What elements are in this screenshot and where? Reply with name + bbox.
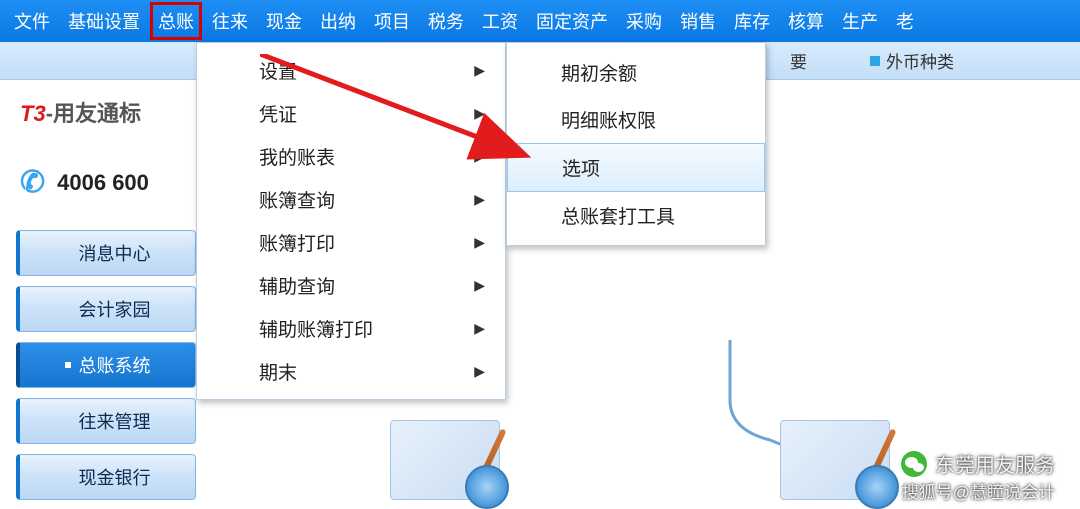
- dd-item-label: 凭证: [259, 100, 297, 127]
- dd-item-label: 总账套打工具: [561, 202, 675, 229]
- dd-item-detail-permission[interactable]: 明细账权限: [507, 96, 765, 143]
- chevron-right-icon: ▶: [474, 277, 485, 294]
- phone-row: ✆ 4006 600: [20, 165, 149, 200]
- menu-sales[interactable]: 销售: [674, 4, 722, 38]
- toolbar-link-1[interactable]: 要: [790, 48, 807, 73]
- chevron-right-icon: ▶: [474, 191, 485, 208]
- dd-item-aux-query[interactable]: 辅助查询 ▶: [197, 264, 505, 307]
- sidebar-item-contacts-mgmt[interactable]: 往来管理: [16, 398, 196, 444]
- dd-item-book-print[interactable]: 账簿打印 ▶: [197, 221, 505, 264]
- dd-item-label: 期末: [259, 358, 297, 385]
- wechat-icon: [901, 451, 927, 477]
- dropdown-settings-submenu: 期初余额 明细账权限 选项 总账套打工具: [506, 42, 766, 246]
- chevron-right-icon: ▶: [474, 234, 485, 251]
- watermark: 东莞用友服务 搜狐号@慧瞳说会计: [901, 449, 1055, 503]
- sidebar-item-cash-bank[interactable]: 现金银行: [16, 454, 196, 500]
- dd-item-label: 选项: [562, 154, 600, 181]
- menu-cashier[interactable]: 出纳: [314, 4, 362, 38]
- menu-purchase[interactable]: 采购: [620, 4, 668, 38]
- dd-item-settings[interactable]: 设置 ▶: [197, 49, 505, 92]
- watermark-credit: 搜狐号@慧瞳说会计: [901, 478, 1055, 503]
- logo-suffix: -用友通标: [46, 101, 141, 126]
- menu-production[interactable]: 生产: [836, 4, 884, 38]
- dd-item-label: 账簿打印: [259, 229, 335, 256]
- toolbar-link-1-label: 要: [790, 48, 807, 73]
- toolbar-link-2-label: 外币种类: [886, 48, 954, 73]
- dd-item-label: 我的账表: [259, 143, 335, 170]
- chevron-right-icon: ▶: [474, 62, 485, 79]
- dd-item-ledger-print-tool[interactable]: 总账套打工具: [507, 192, 765, 239]
- menu-project[interactable]: 项目: [368, 4, 416, 38]
- phone-number: 4006 600: [57, 170, 149, 196]
- menu-tax[interactable]: 税务: [422, 4, 470, 38]
- product-logo: T3-用友通标: [20, 96, 141, 128]
- dd-item-label: 辅助账簿打印: [259, 315, 373, 342]
- sidebar-item-message-center[interactable]: 消息中心: [16, 230, 196, 276]
- workflow-icons: [390, 420, 890, 500]
- dd-item-label: 设置: [259, 57, 297, 84]
- menu-salary[interactable]: 工资: [476, 4, 524, 38]
- sidebar-item-label: 会计家园: [79, 296, 151, 322]
- menu-cash[interactable]: 现金: [260, 4, 308, 38]
- sidebar-item-accounting-home[interactable]: 会计家园: [16, 286, 196, 332]
- chevron-right-icon: ▶: [474, 320, 485, 337]
- square-bullet-icon: [870, 56, 880, 66]
- menu-general-ledger[interactable]: 总账: [152, 4, 200, 38]
- menu-file[interactable]: 文件: [8, 4, 56, 38]
- watermark-brand: 东莞用友服务: [935, 449, 1055, 478]
- dd-item-options[interactable]: 选项: [507, 143, 765, 192]
- sidebar-item-general-ledger[interactable]: 总账系统: [16, 342, 196, 388]
- dd-item-aux-book-print[interactable]: 辅助账簿打印 ▶: [197, 307, 505, 350]
- menubar: 文件 基础设置 总账 往来 现金 出纳 项目 税务 工资 固定资产 采购 销售 …: [0, 0, 1080, 42]
- toolbar-link-currency[interactable]: 外币种类: [870, 48, 954, 73]
- chevron-right-icon: ▶: [474, 105, 485, 122]
- document-icon: [390, 420, 500, 500]
- sidebar-item-label: 现金银行: [79, 464, 151, 490]
- sidebar-item-label: 消息中心: [79, 240, 151, 266]
- menu-basic-settings[interactable]: 基础设置: [62, 4, 146, 38]
- dd-item-opening-balance[interactable]: 期初余额: [507, 49, 765, 96]
- dd-item-label: 辅助查询: [259, 272, 335, 299]
- logo-prefix: T3: [20, 101, 46, 126]
- phone-icon: ✆: [20, 165, 45, 200]
- sidebar: 消息中心 会计家园 总账系统 往来管理 现金银行: [16, 230, 196, 500]
- dd-item-period-end[interactable]: 期末 ▶: [197, 350, 505, 393]
- menu-accounting[interactable]: 核算: [782, 4, 830, 38]
- menu-fixed-assets[interactable]: 固定资产: [530, 4, 614, 38]
- sidebar-item-label: 往来管理: [79, 408, 151, 434]
- dd-item-voucher[interactable]: 凭证 ▶: [197, 92, 505, 135]
- dd-item-label: 期初余额: [561, 59, 637, 86]
- chevron-right-icon: ▶: [474, 363, 485, 380]
- document-icon: [780, 420, 890, 500]
- sidebar-item-label: 总账系统: [79, 352, 151, 378]
- dd-item-label: 明细账权限: [561, 106, 656, 133]
- chevron-right-icon: ▶: [474, 148, 485, 165]
- menu-more[interactable]: 老: [890, 4, 920, 38]
- dropdown-general-ledger: 设置▶ 凭证▶ 我的账表▶ 账簿查询▶ 账簿打印▶ 辅助查询▶ 辅助账簿打印▶ …: [196, 42, 506, 400]
- dd-item-book-query[interactable]: 账簿查询 ▶: [197, 178, 505, 221]
- menu-contacts[interactable]: 往来: [206, 4, 254, 38]
- menu-inventory[interactable]: 库存: [728, 4, 776, 38]
- dd-item-my-reports[interactable]: 我的账表 ▶: [197, 135, 505, 178]
- dd-item-label: 账簿查询: [259, 186, 335, 213]
